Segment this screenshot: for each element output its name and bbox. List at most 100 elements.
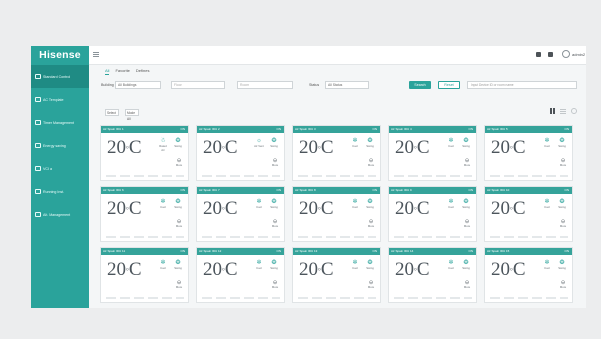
device-card[interactable]: Air Spain IDU 14 ON 20°C ✲ Cool ❂ Swing ⊖ More xyxy=(388,247,477,303)
mode-button[interactable]: ☼ Air Vent xyxy=(254,138,264,148)
power-status[interactable]: ON xyxy=(373,126,378,133)
notification-bell-icon[interactable] xyxy=(548,52,553,57)
power-status[interactable]: ON xyxy=(277,126,282,133)
power-status[interactable]: ON xyxy=(373,248,378,255)
more-button[interactable]: ⊖ More xyxy=(367,280,375,289)
keyword-search-input[interactable]: Input Device ID or room name xyxy=(467,81,577,89)
device-card[interactable]: Air Spain IDU 7 ON 20°C ✲ Cool ❂ Swing ⊖ More xyxy=(196,186,285,242)
grid-view-icon[interactable] xyxy=(550,108,556,114)
swing-button[interactable]: ❂ Swing xyxy=(365,199,375,209)
mode-button[interactable]: ✲ Cool xyxy=(350,138,360,148)
power-status[interactable]: ON xyxy=(373,187,378,194)
more-button[interactable]: ⊖ More xyxy=(271,219,279,228)
swing-button[interactable]: ❂ Swing xyxy=(461,260,471,270)
swing-button[interactable]: ❂ Swing xyxy=(557,199,567,209)
swing-button[interactable]: ❂ Swing xyxy=(269,199,279,209)
mode-button[interactable]: ✲ Cool xyxy=(158,199,168,209)
search-button[interactable]: Search xyxy=(409,81,431,89)
swing-button[interactable]: ❂ Swing xyxy=(365,260,375,270)
more-button[interactable]: ⊖ More xyxy=(271,280,279,289)
device-card[interactable]: Air Spain IDU 2 ON 20°C ☼ Air Vent ❂ Swing ⊖ Mor… xyxy=(196,125,285,181)
swing-button[interactable]: ❂ Swing xyxy=(269,260,279,270)
sidebar-item-2[interactable]: Timer Management xyxy=(31,111,89,134)
message-icon[interactable] xyxy=(536,52,541,57)
more-button[interactable]: ⊖ More xyxy=(175,158,183,167)
tab-favorite[interactable]: Favorite xyxy=(115,68,129,75)
mode-button[interactable]: ✲ Cool xyxy=(446,260,456,270)
sidebar-item-5[interactable]: Running Inst. xyxy=(31,180,89,203)
device-card[interactable]: Air Spain IDU 13 ON 20°C ✲ Cool ❂ Swing ⊖ More xyxy=(292,247,381,303)
more-button[interactable]: ⊖ More xyxy=(463,158,471,167)
swing-button[interactable]: ❂ Swing xyxy=(173,260,183,270)
more-button[interactable]: ⊖ More xyxy=(559,280,567,289)
power-status[interactable]: ON xyxy=(469,187,474,194)
mode-button[interactable]: ✲ Cool xyxy=(446,199,456,209)
more-button[interactable]: ⊖ More xyxy=(175,280,183,289)
device-card[interactable]: Air Spain IDU 12 ON 20°C ✲ Cool ❂ Swing ⊖ More xyxy=(196,247,285,303)
list-view-icon[interactable] xyxy=(560,108,566,114)
power-status[interactable]: ON xyxy=(277,187,282,194)
device-card[interactable]: Air Spain IDU 8 ON 20°C ✲ Cool ❂ Swing ⊖ More xyxy=(292,186,381,242)
device-card[interactable]: Air Spain IDU 9 ON 20°C ✲ Cool ❂ Swing ⊖ More xyxy=(388,186,477,242)
swing-button[interactable]: ❂ Swing xyxy=(365,138,375,148)
swing-button[interactable]: ❂ Swing xyxy=(269,138,279,148)
status-select[interactable]: All Status xyxy=(325,81,369,89)
sidebar-item-6[interactable]: Alt. Management xyxy=(31,203,89,226)
mode-button[interactable]: ✲ Cool xyxy=(542,260,552,270)
power-status[interactable]: ON xyxy=(565,248,570,255)
mode-button[interactable]: ✲ Cool xyxy=(254,260,264,270)
device-card[interactable]: Air Spain IDU 3 ON 20°C ✲ Cool ❂ Swing ⊖ More xyxy=(292,125,381,181)
mode-button[interactable]: ✲ Cool xyxy=(350,199,360,209)
swing-button[interactable]: ❂ Swing xyxy=(173,199,183,209)
device-card[interactable]: Air Spain IDU 6 ON 20°C ✲ Cool ❂ Swing ⊖ More xyxy=(100,186,189,242)
hamburger-menu-icon[interactable] xyxy=(93,52,99,58)
more-button[interactable]: ⊖ More xyxy=(559,219,567,228)
reset-button[interactable]: Reset xyxy=(438,81,460,89)
more-button[interactable]: ⊖ More xyxy=(463,280,471,289)
device-card[interactable]: Air Spain IDU 10 ON 20°C ✲ Cool ❂ Swing ⊖ More xyxy=(484,186,573,242)
power-status[interactable]: ON xyxy=(181,248,186,255)
user-name[interactable]: admin2 xyxy=(572,52,585,57)
swing-button[interactable]: ❂ Swing xyxy=(557,138,567,148)
device-card[interactable]: Air Spain IDU 5 ON 20°C ✲ Cool ❂ Swing ⊖ More xyxy=(484,125,573,181)
room-select[interactable]: Room xyxy=(237,81,293,89)
sidebar-item-1[interactable]: AC Template xyxy=(31,88,89,111)
sidebar-item-0[interactable]: Standard Control xyxy=(31,65,89,88)
more-button[interactable]: ⊖ More xyxy=(271,158,279,167)
swing-button[interactable]: ❂ Swing xyxy=(461,199,471,209)
power-status[interactable]: ON xyxy=(181,126,186,133)
more-button[interactable]: ⊖ More xyxy=(559,158,567,167)
mode-button[interactable]: ✲ Cool xyxy=(350,260,360,270)
power-status[interactable]: ON xyxy=(469,248,474,255)
more-button[interactable]: ⊖ More xyxy=(367,219,375,228)
swing-button[interactable]: ❂ Swing xyxy=(461,138,471,148)
more-button[interactable]: ⊖ More xyxy=(463,219,471,228)
device-card[interactable]: Air Spain IDU 15 ON 20°C ✲ Cool ❂ Swing ⊖ More xyxy=(484,247,573,303)
building-select[interactable]: All Buildings xyxy=(115,81,161,89)
power-status[interactable]: ON xyxy=(277,248,282,255)
power-status[interactable]: ON xyxy=(565,126,570,133)
mode-button[interactable]: ✲ Cool xyxy=(158,260,168,270)
mode-button[interactable]: ✲ Cool xyxy=(254,199,264,209)
mode-button[interactable]: ✲ Cool xyxy=(446,138,456,148)
mode-button[interactable]: ☃ Rated Air xyxy=(158,138,168,152)
tab-all[interactable]: All xyxy=(105,68,110,75)
settings-icon[interactable] xyxy=(571,108,577,114)
avatar[interactable] xyxy=(562,50,570,58)
power-status[interactable]: ON xyxy=(181,187,186,194)
mode-button[interactable]: ✲ Cool xyxy=(542,199,552,209)
more-button[interactable]: ⊖ More xyxy=(175,219,183,228)
mode-select[interactable]: Mode All xyxy=(125,109,139,121)
swing-button[interactable]: ❂ Swing xyxy=(557,260,567,270)
device-card[interactable]: Air Spain IDU 4 ON 20°C ✲ Cool ❂ Swing ⊖ More xyxy=(388,125,477,181)
swing-button[interactable]: ❂ Swing xyxy=(173,138,183,148)
more-button[interactable]: ⊖ More xyxy=(367,158,375,167)
floor-select[interactable]: Floor xyxy=(171,81,225,89)
power-status[interactable]: ON xyxy=(469,126,474,133)
select-all-checkbox[interactable]: Select xyxy=(105,109,119,116)
device-card[interactable]: Air Spain IDU 11 ON 20°C ✲ Cool ❂ Swing ⊖ More xyxy=(100,247,189,303)
tab-defines[interactable]: Defines xyxy=(136,68,150,75)
sidebar-item-3[interactable]: Energy saving xyxy=(31,134,89,157)
device-card[interactable]: Air Spain IDU 1 ON 20°C ☃ Rated Air ❂ Swing ⊖ Mo… xyxy=(100,125,189,181)
power-status[interactable]: ON xyxy=(565,187,570,194)
